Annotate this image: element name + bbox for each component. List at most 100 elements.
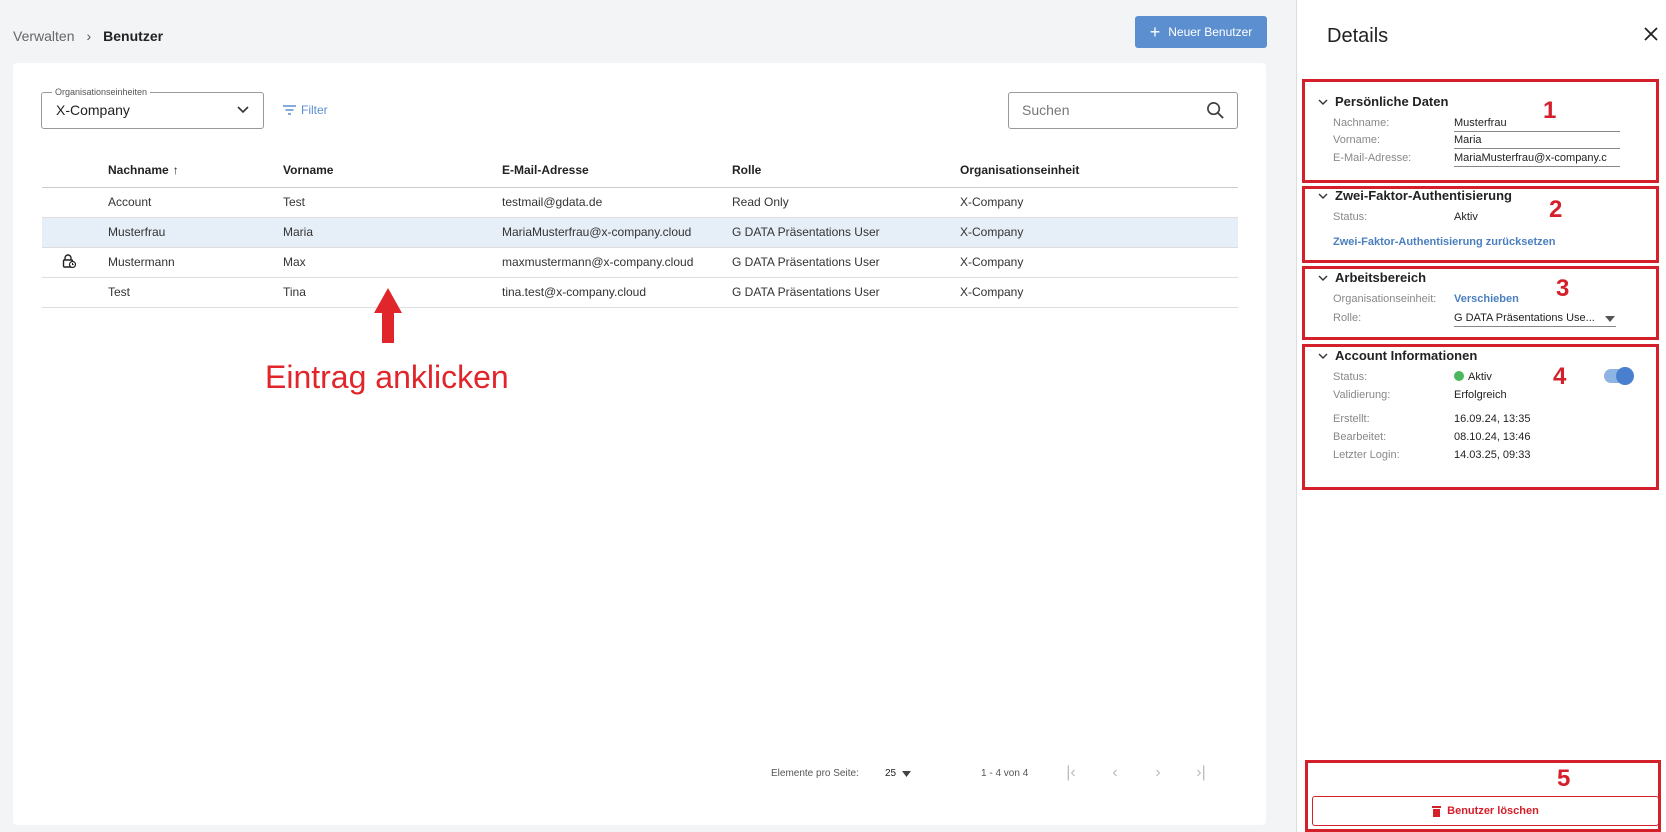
per-page-value: 25: [885, 768, 897, 779]
cell-role: G DATA Präsentations User: [732, 217, 960, 248]
section-workspace-header[interactable]: Arbeitsbereich: [1318, 270, 1426, 285]
marker-3: 3: [1556, 275, 1570, 302]
filter-label: Filter: [301, 103, 328, 117]
pagination-range: 1 - 4 von 4: [981, 768, 1029, 779]
caret-down-icon: [902, 770, 912, 777]
delete-user-button[interactable]: Benutzer löschen: [1312, 796, 1659, 826]
lock-clock-icon: [62, 253, 77, 268]
chevron-down-icon: [1318, 193, 1328, 199]
marker-4: 4: [1553, 363, 1567, 390]
chevron-down-icon: [1318, 99, 1328, 105]
cell-org-unit: X-Company: [960, 187, 1238, 218]
marker-5: 5: [1557, 765, 1571, 792]
cell-org-unit: X-Company: [960, 247, 1238, 278]
new-user-button[interactable]: + Neuer Benutzer: [1135, 16, 1267, 48]
marker-2: 2: [1549, 196, 1563, 223]
last-login-value: 14.03.25, 09:33: [1454, 449, 1531, 461]
trash-icon: [1432, 805, 1442, 817]
cell-lastname: Account: [108, 187, 283, 218]
email-field[interactable]: MariaMusterfrau@x-company.c: [1454, 152, 1620, 167]
2fa-status-label: Status:: [1333, 211, 1368, 223]
workspace-org-label: Organisationseinheit:: [1333, 293, 1437, 305]
cell-lastname: Musterfrau: [108, 217, 283, 248]
section-account-header[interactable]: Account Informationen: [1318, 348, 1477, 363]
cell-firstname: Maria: [283, 217, 502, 248]
account-status-value: Aktiv: [1454, 371, 1492, 383]
per-page-label: Elemente pro Seite:: [771, 768, 859, 779]
header-icon-column: [42, 153, 108, 188]
firstname-label: Vorname:: [1333, 134, 1381, 146]
table-row[interactable]: Mustermann Max maxmustermann@x-company.c…: [42, 247, 1238, 278]
org-unit-value: X-Company: [56, 102, 130, 118]
per-page-select[interactable]: 25: [885, 768, 912, 779]
filter-icon: [283, 105, 296, 115]
close-icon[interactable]: [1643, 26, 1659, 42]
created-value: 16.09.24, 13:35: [1454, 413, 1531, 425]
created-label: Erstellt:: [1333, 413, 1370, 425]
chevron-down-icon: [1318, 353, 1328, 359]
status-dot-icon: [1454, 371, 1464, 381]
breadcrumb-parent[interactable]: Verwalten: [13, 28, 74, 44]
section-personal-title: Persönliche Daten: [1335, 94, 1449, 109]
caret-down-icon[interactable]: [1605, 316, 1615, 322]
cell-email: tina.test@x-company.cloud: [502, 277, 732, 308]
annotation-hint: Eintrag anklicken: [265, 359, 509, 395]
cell-org-unit: X-Company: [960, 217, 1238, 248]
last-page-icon[interactable]: ›|: [1193, 765, 1209, 781]
section-2fa-header[interactable]: Zwei-Faktor-Authentisierung: [1318, 188, 1512, 203]
validation-label: Validierung:: [1333, 389, 1391, 401]
header-lastname[interactable]: Nachname ↑: [108, 153, 283, 188]
filter-button[interactable]: Filter: [283, 103, 328, 117]
cell-email: testmail@gdata.de: [502, 187, 732, 218]
table-header-row: Nachname ↑ Vorname E-Mail-Adresse Rolle O…: [42, 153, 1238, 188]
org-unit-select[interactable]: Organisationseinheiten X-Company: [41, 87, 264, 129]
users-table: Nachname ↑ Vorname E-Mail-Adresse Rolle O…: [42, 153, 1238, 308]
cell-firstname: Max: [283, 247, 502, 278]
header-firstname[interactable]: Vorname: [283, 153, 502, 188]
search-input[interactable]: [1022, 102, 1202, 118]
table-row[interactable]: Account Test testmail@gdata.de Read Only…: [42, 187, 1238, 218]
table-row[interactable]: Test Tina tina.test@x-company.cloud G DA…: [42, 277, 1238, 308]
org-unit-legend: Organisationseinheiten: [52, 87, 151, 97]
cell-email: MariaMusterfrau@x-company.cloud: [502, 217, 732, 248]
search-box[interactable]: [1008, 92, 1238, 129]
cell-role: G DATA Präsentations User: [732, 277, 960, 308]
lastname-field[interactable]: Musterfrau: [1454, 117, 1620, 132]
cell-org-unit: X-Company: [960, 277, 1238, 308]
cell-lastname: Test: [108, 277, 283, 308]
annotation-arrow-up-icon: [374, 288, 402, 343]
toggle-knob: [1616, 367, 1634, 385]
users-card: Organisationseinheiten X-Company Filter …: [13, 63, 1266, 825]
cell-lastname: Mustermann: [108, 247, 283, 278]
header-org-unit[interactable]: Organisationseinheit: [960, 153, 1238, 188]
details-title: Details: [1327, 25, 1389, 47]
email-label: E-Mail-Adresse:: [1333, 152, 1412, 164]
2fa-status-value: Aktiv: [1454, 211, 1478, 223]
validation-value: Erfolgreich: [1454, 389, 1507, 401]
delete-user-label: Benutzer löschen: [1447, 805, 1539, 817]
details-panel: Details 1 Persönliche Daten Nachname: Mu…: [1296, 0, 1666, 832]
2fa-reset-link[interactable]: Zwei-Faktor-Authentisierung zurücksetzen: [1333, 236, 1555, 248]
chevron-down-icon: [237, 106, 249, 114]
lastname-label: Nachname:: [1333, 117, 1390, 129]
prev-page-icon[interactable]: ‹: [1107, 765, 1123, 781]
row-icon-cell: [42, 187, 108, 218]
breadcrumb-current: Benutzer: [103, 28, 164, 44]
row-icon-cell: [42, 247, 108, 278]
cell-firstname: Test: [283, 187, 502, 218]
section-personal-header[interactable]: Persönliche Daten: [1318, 94, 1448, 109]
role-select[interactable]: G DATA Präsentations Use...: [1454, 312, 1616, 327]
first-page-icon[interactable]: |‹: [1063, 765, 1079, 781]
firstname-field[interactable]: Maria: [1454, 134, 1620, 149]
chevron-down-icon: [1318, 275, 1328, 281]
role-value: G DATA Präsentations Use...: [1454, 312, 1595, 324]
edited-value: 08.10.24, 13:46: [1454, 431, 1531, 443]
next-page-icon[interactable]: ›: [1150, 765, 1166, 781]
move-org-link[interactable]: Verschieben: [1454, 293, 1519, 305]
account-active-toggle[interactable]: [1604, 367, 1634, 385]
table-row-selected[interactable]: Musterfrau Maria MariaMusterfrau@x-compa…: [42, 217, 1238, 248]
search-icon[interactable]: [1206, 101, 1225, 120]
header-email[interactable]: E-Mail-Adresse: [502, 153, 732, 188]
header-role[interactable]: Rolle: [732, 153, 960, 188]
sort-up-icon[interactable]: ↑: [173, 163, 179, 177]
